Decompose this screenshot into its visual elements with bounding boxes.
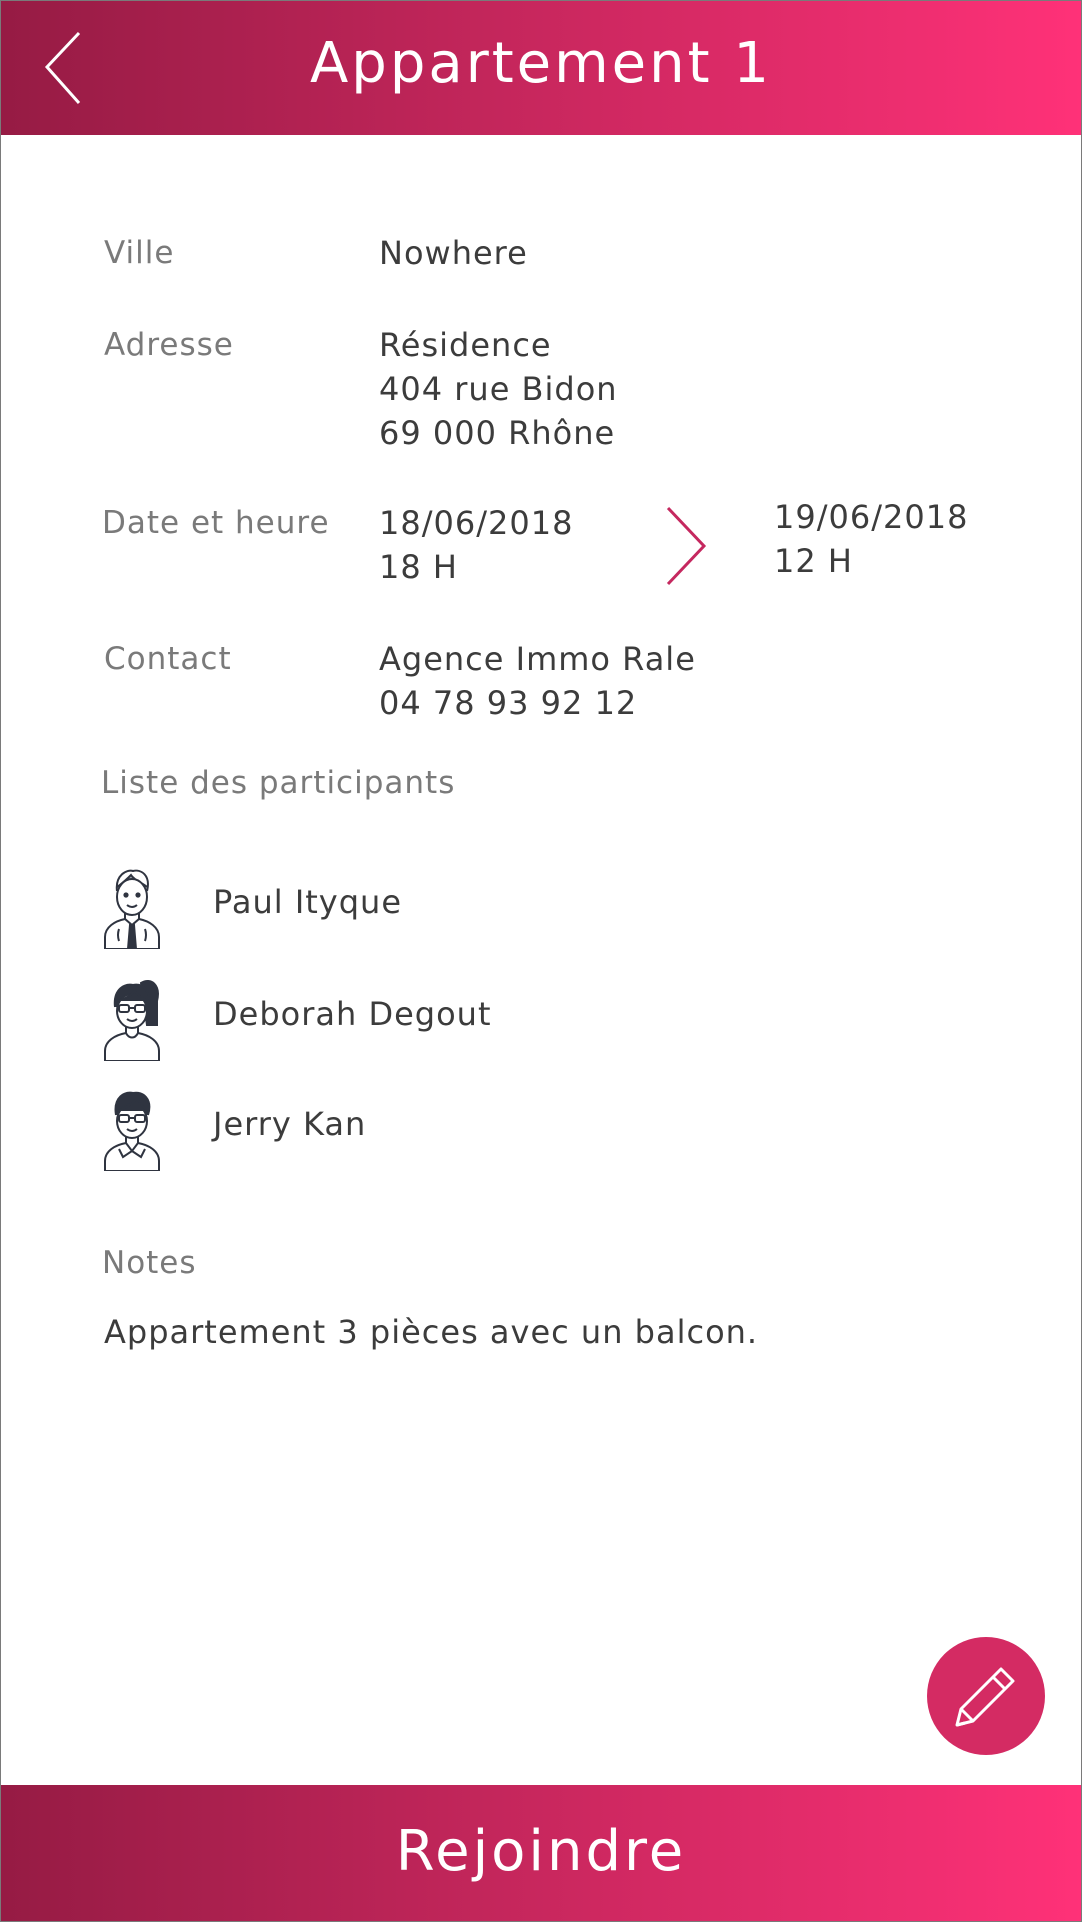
participant-name: Jerry Kan [213, 1105, 367, 1143]
chevron-right-icon [666, 506, 707, 586]
datetime-label: Date et heure [102, 505, 330, 541]
address-line-2: 404 rue Bidon [379, 370, 618, 408]
address-line-3: 69 000 Rhône [379, 414, 616, 452]
end-hour: 12 H [774, 542, 853, 580]
header-bar: Appartement 1 [1, 1, 1081, 135]
city-label: Ville [104, 235, 175, 271]
start-hour: 18 H [379, 548, 458, 586]
man-tie-avatar-icon [104, 869, 160, 949]
edit-button[interactable] [927, 1637, 1045, 1755]
participant-name: Paul Ityque [213, 883, 403, 921]
contact-label: Contact [104, 641, 232, 677]
contact-phone[interactable]: 04 78 93 92 12 [379, 681, 637, 725]
end-date: 19/06/2018 [774, 498, 969, 536]
contact-name[interactable]: Agence Immo Rale [379, 637, 696, 681]
join-button-label: Rejoindre [395, 1819, 687, 1884]
notes-label: Notes [102, 1245, 197, 1281]
app-screen: Appartement 1 Ville Nowhere Adresse Rési… [0, 0, 1082, 1922]
join-button[interactable]: Rejoindre [1, 1785, 1081, 1921]
notes-text: Appartement 3 pièces avec un balcon. [104, 1313, 759, 1351]
participant-item[interactable]: Jerry Kan [101, 1087, 701, 1171]
address-label: Adresse [104, 327, 234, 363]
man-glasses-avatar-icon [104, 1091, 160, 1171]
pencil-icon [955, 1667, 1015, 1727]
city-value: Nowhere [379, 234, 528, 272]
participants-label: Liste des participants [101, 765, 456, 801]
woman-glasses-avatar-icon [104, 980, 160, 1061]
participant-item[interactable]: Paul Ityque [101, 865, 701, 949]
page-title: Appartement 1 [309, 31, 773, 96]
participant-item[interactable]: Deborah Degout [101, 977, 701, 1061]
start-date: 18/06/2018 [379, 504, 574, 542]
participant-name: Deborah Degout [213, 995, 492, 1033]
address-line-1: Résidence [379, 326, 552, 364]
